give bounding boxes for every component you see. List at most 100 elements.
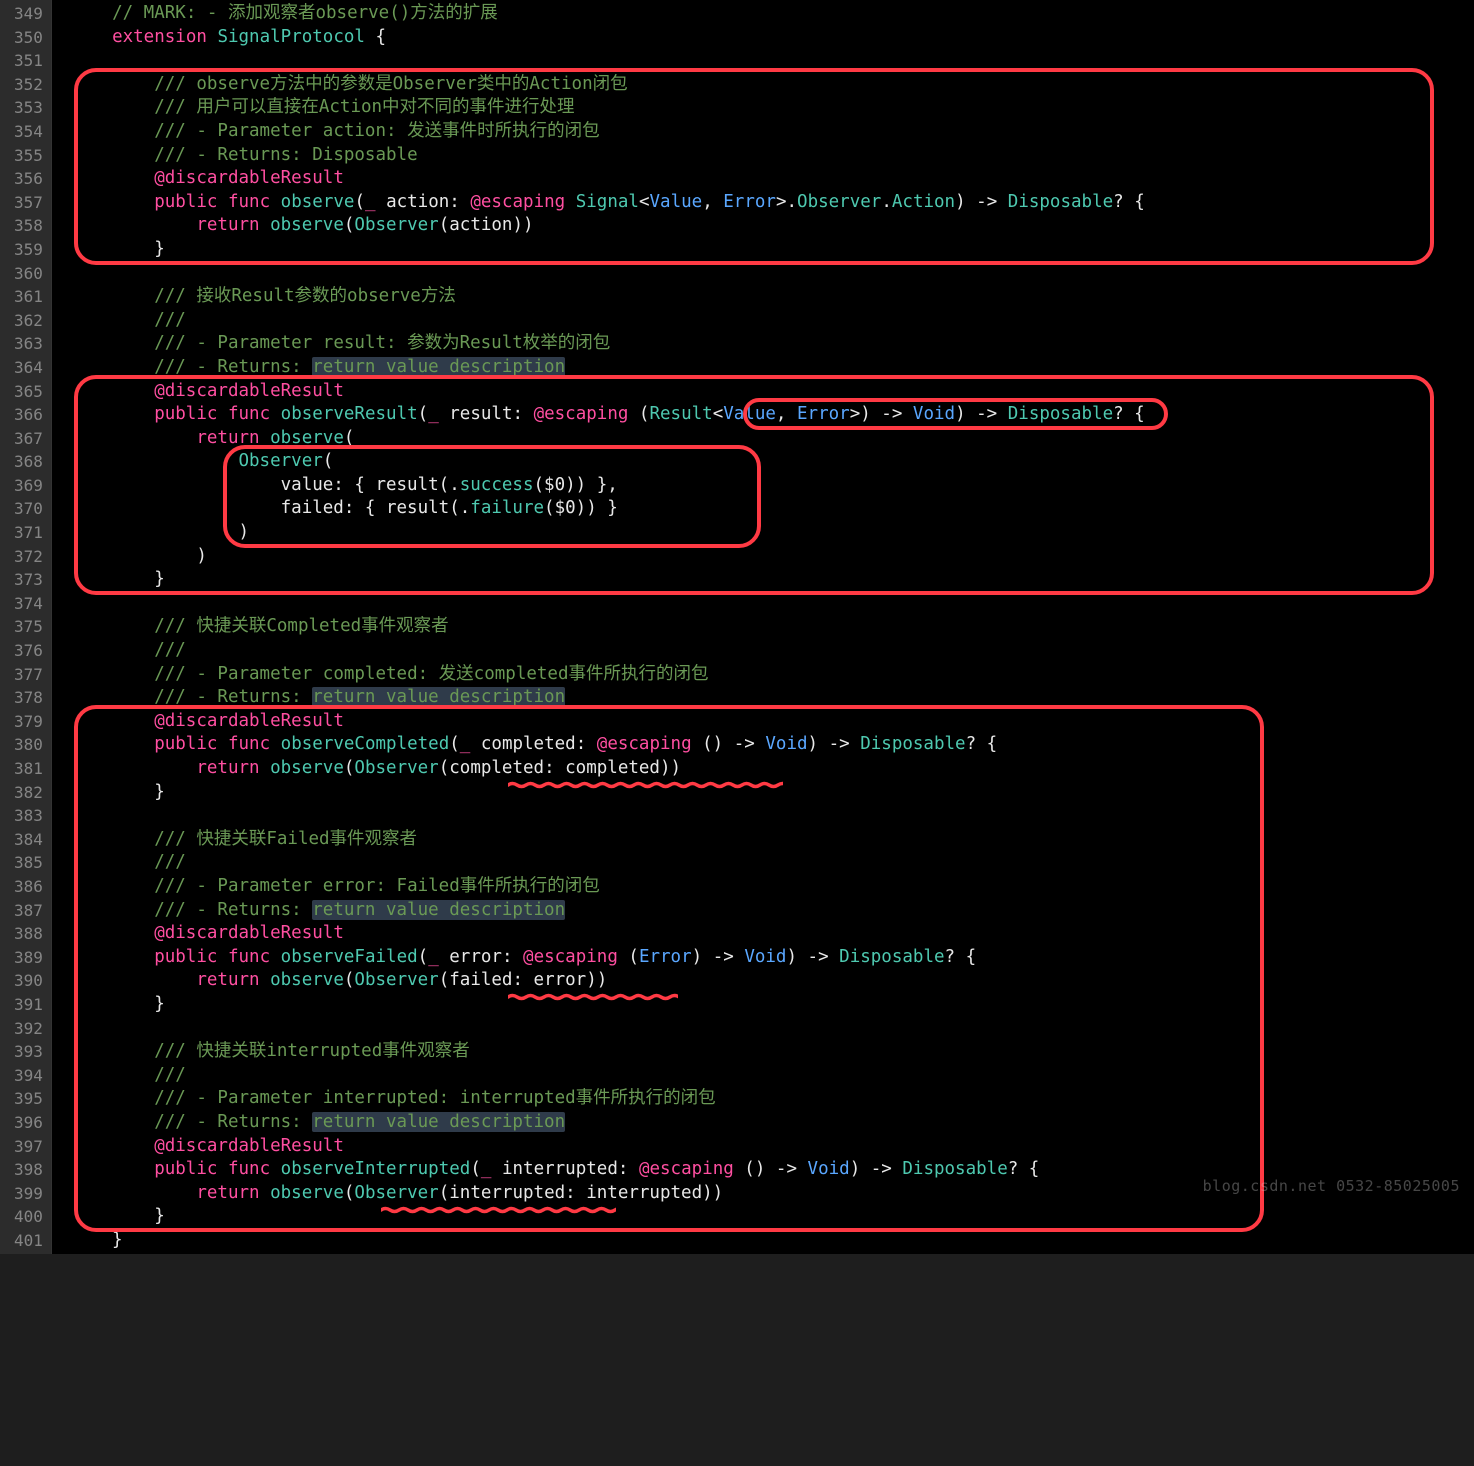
line-number: 376 xyxy=(14,639,43,663)
code-token: Result xyxy=(649,404,712,424)
code-token: Disposable xyxy=(902,1159,1007,1179)
code-line[interactable]: ) xyxy=(70,521,1474,545)
code-token xyxy=(70,923,154,943)
code-line[interactable]: /// - Returns: return value description xyxy=(70,686,1474,710)
code-token xyxy=(70,215,196,235)
code-token: ( xyxy=(344,215,355,235)
code-line[interactable]: /// - Parameter error: Failed事件所执行的闭包 xyxy=(70,875,1474,899)
line-number: 352 xyxy=(14,73,43,97)
code-line[interactable]: /// 接收Result参数的observe方法 xyxy=(70,285,1474,309)
code-token: /// - Returns: xyxy=(154,687,312,707)
code-token: ? { xyxy=(1113,404,1145,424)
code-token: ( xyxy=(628,404,649,424)
code-line[interactable]: @discardableResult xyxy=(70,167,1474,191)
code-line[interactable]: /// 用户可以直接在Action中对不同的事件进行处理 xyxy=(70,96,1474,120)
code-line[interactable]: /// - Parameter action: 发送事件时所执行的闭包 xyxy=(70,120,1474,144)
code-token: Observer xyxy=(797,192,881,212)
code-line[interactable]: } xyxy=(70,1205,1474,1229)
code-token xyxy=(70,900,154,920)
code-line[interactable]: /// - Returns: Disposable xyxy=(70,144,1474,168)
code-token: @discardableResult xyxy=(154,381,344,401)
code-token: Signal xyxy=(576,192,639,212)
code-line[interactable]: public func observeCompleted(_ completed… xyxy=(70,733,1474,757)
code-token: () -> xyxy=(734,1159,808,1179)
code-line[interactable] xyxy=(70,592,1474,616)
code-line[interactable]: return observe(Observer(completed: compl… xyxy=(70,757,1474,781)
code-token: @escaping xyxy=(597,734,692,754)
code-line[interactable]: // MARK: - 添加观察者observe()方法的扩展 xyxy=(70,2,1474,26)
code-token: /// - Parameter completed: 发送completed事件… xyxy=(154,664,708,684)
code-line[interactable] xyxy=(70,804,1474,828)
code-line[interactable]: /// 快捷关联Failed事件观察者 xyxy=(70,828,1474,852)
code-token: ( xyxy=(618,947,639,967)
code-token: ) -> xyxy=(850,1159,903,1179)
code-line[interactable]: Observer( xyxy=(70,450,1474,474)
code-line[interactable]: return observe(Observer(action)) xyxy=(70,214,1474,238)
code-line[interactable]: public func observeFailed(_ error: @esca… xyxy=(70,946,1474,970)
code-line[interactable]: /// 快捷关联interrupted事件观察者 xyxy=(70,1040,1474,1064)
code-line[interactable]: /// - Returns: return value description xyxy=(70,899,1474,923)
code-line[interactable]: /// observe方法中的参数是Observer类中的Action闭包 xyxy=(70,73,1474,97)
line-number: 355 xyxy=(14,144,43,168)
code-line[interactable] xyxy=(70,1017,1474,1041)
code-line[interactable]: public func observeResult(_ result: @esc… xyxy=(70,403,1474,427)
code-line[interactable]: ) xyxy=(70,545,1474,569)
code-token: @discardableResult xyxy=(154,711,344,731)
code-line[interactable]: /// xyxy=(70,851,1474,875)
code-line[interactable]: @discardableResult xyxy=(70,922,1474,946)
code-line[interactable]: value: { result(.success($0)) }, xyxy=(70,474,1474,498)
code-token: return xyxy=(196,758,259,778)
code-token: Value xyxy=(650,192,703,212)
code-token: action: xyxy=(376,192,471,212)
code-line[interactable]: return observe(Observer(interrupted: int… xyxy=(70,1182,1474,1206)
code-token: @discardableResult xyxy=(154,1136,344,1156)
code-token: ? { xyxy=(966,734,998,754)
code-area[interactable]: // MARK: - 添加观察者observe()方法的扩展 extension… xyxy=(52,0,1474,1254)
code-token: Void xyxy=(913,404,955,424)
code-line[interactable]: /// xyxy=(70,639,1474,663)
code-token: /// - Returns: xyxy=(154,1112,312,1132)
code-line[interactable]: } xyxy=(70,238,1474,262)
code-line[interactable]: failed: { result(.failure($0)) } xyxy=(70,497,1474,521)
code-line[interactable]: /// - Parameter interrupted: interrupted… xyxy=(70,1087,1474,1111)
code-line[interactable]: } xyxy=(70,781,1474,805)
code-token xyxy=(70,333,154,353)
code-token: failed: { result(. xyxy=(70,498,470,518)
code-line[interactable]: return observe( xyxy=(70,427,1474,451)
line-number: 383 xyxy=(14,804,43,828)
line-number: 392 xyxy=(14,1017,43,1041)
code-token xyxy=(70,97,154,117)
code-token: } xyxy=(70,1206,165,1226)
code-token xyxy=(260,970,271,990)
code-token: < xyxy=(713,404,724,424)
code-line[interactable]: } xyxy=(70,1229,1474,1253)
code-line[interactable] xyxy=(70,49,1474,73)
code-line[interactable]: /// xyxy=(70,1064,1474,1088)
code-token: failure xyxy=(470,498,544,518)
code-line[interactable]: return observe(Observer(failed: error)) xyxy=(70,969,1474,993)
code-line[interactable]: } xyxy=(70,568,1474,592)
code-token xyxy=(260,428,271,448)
line-number: 386 xyxy=(14,875,43,899)
code-token: /// - Returns: xyxy=(154,900,312,920)
code-line[interactable]: public func observeInterrupted(_ interru… xyxy=(70,1158,1474,1182)
code-line[interactable]: public func observe(_ action: @escaping … xyxy=(70,191,1474,215)
line-number: 387 xyxy=(14,899,43,923)
code-line[interactable]: @discardableResult xyxy=(70,1135,1474,1159)
code-line[interactable]: /// - Returns: return value description xyxy=(70,1111,1474,1135)
code-token: return xyxy=(196,215,259,235)
code-line[interactable]: @discardableResult xyxy=(70,380,1474,404)
line-number: 395 xyxy=(14,1087,43,1111)
code-token: /// - Returns: xyxy=(154,357,312,377)
line-number: 354 xyxy=(14,120,43,144)
code-line[interactable]: /// 快捷关联Completed事件观察者 xyxy=(70,615,1474,639)
code-line[interactable]: /// - Parameter completed: 发送completed事件… xyxy=(70,663,1474,687)
code-line[interactable]: /// - Returns: return value description xyxy=(70,356,1474,380)
line-number: 374 xyxy=(14,592,43,616)
code-line[interactable]: /// xyxy=(70,309,1474,333)
code-line[interactable]: extension SignalProtocol { xyxy=(70,26,1474,50)
code-line[interactable]: /// - Parameter result: 参数为Result枚举的闭包 xyxy=(70,332,1474,356)
code-line[interactable]: } xyxy=(70,993,1474,1017)
code-line[interactable] xyxy=(70,262,1474,286)
code-line[interactable]: @discardableResult xyxy=(70,710,1474,734)
